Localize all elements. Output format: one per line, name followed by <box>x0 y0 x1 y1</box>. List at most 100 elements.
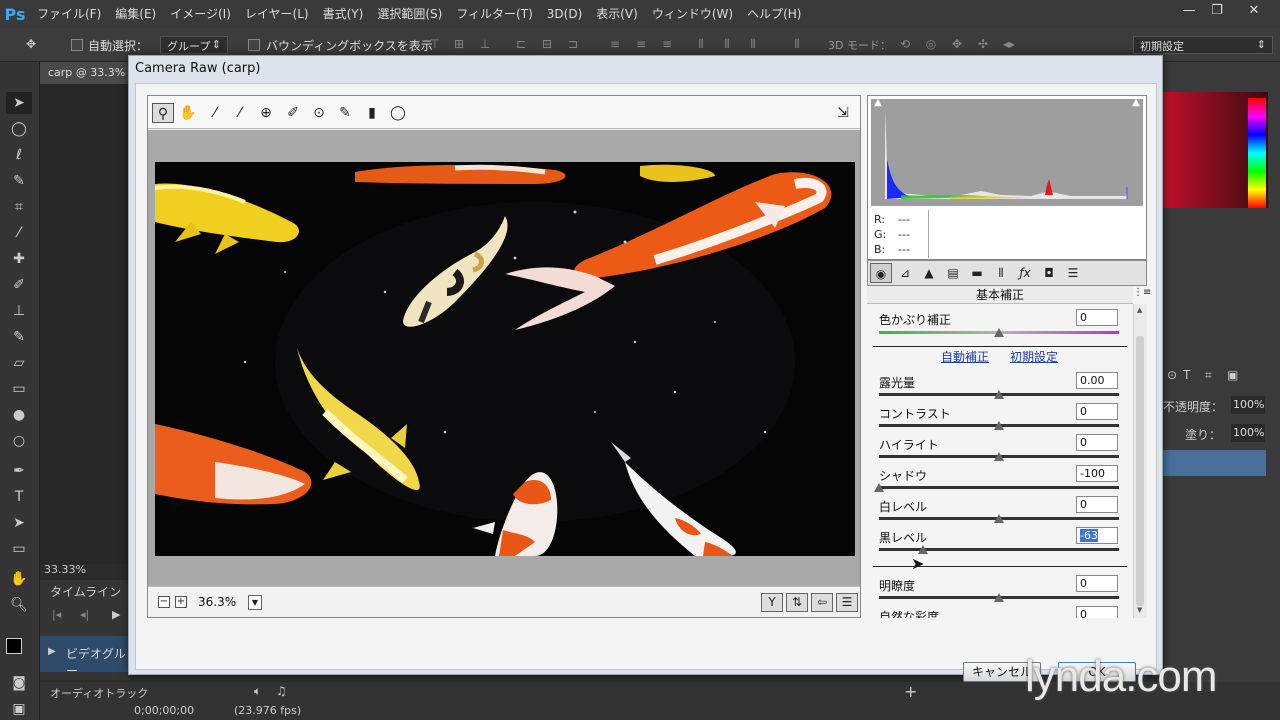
menu-3d[interactable]: 3D(D) <box>540 0 589 28</box>
selected-layer-row[interactable] <box>1163 450 1266 476</box>
slider-knob[interactable] <box>994 514 1004 523</box>
slider-knob[interactable] <box>994 421 1004 430</box>
hand-tool-icon[interactable]: ✋ <box>6 568 32 590</box>
video-group-row[interactable]: ▶ ビデオグルー <box>40 636 130 678</box>
split-toning-tab-icon[interactable]: ▬ <box>966 263 988 283</box>
marquee-tool-icon[interactable]: ◯ <box>6 118 32 140</box>
bounding-box-checkbox[interactable] <box>248 39 260 51</box>
align-vcenter-icon[interactable]: ⊞ <box>452 37 466 51</box>
distribute-bottom-icon[interactable]: ≡ <box>660 37 674 51</box>
distribute-hcenter-icon[interactable]: ⦀ <box>720 37 734 51</box>
swap-before-after-icon[interactable]: ⇅ <box>786 593 808 612</box>
presets-tab-icon[interactable]: ☰ <box>1062 263 1084 283</box>
zoom-out-button[interactable]: − <box>158 596 170 608</box>
toggle-settings-icon[interactable]: ☰ <box>836 593 858 612</box>
zoom-tool-icon[interactable]: 🔍︎ <box>6 594 32 616</box>
spot-removal-icon[interactable]: ✐ <box>282 103 304 123</box>
3d-rotate-icon[interactable]: ⟲ <box>898 37 912 51</box>
distribute-top-icon[interactable]: ≡ <box>608 37 622 51</box>
healing-tool-icon[interactable]: ✚ <box>6 248 32 270</box>
color-sampler-tool-icon[interactable]: ⁄ <box>229 103 251 123</box>
minimize-button[interactable]: — <box>1177 2 1201 20</box>
auto-button[interactable]: 自動補正 <box>941 348 989 365</box>
copy-settings-icon[interactable]: ⇦ <box>811 593 833 612</box>
hand-tool-icon[interactable]: ✋ <box>177 103 199 123</box>
slider-knob[interactable] <box>994 452 1004 461</box>
menu-image[interactable]: イメージ(I) <box>163 0 238 28</box>
white-balance-tool-icon[interactable]: ⁄ <box>204 103 226 123</box>
slider-knob[interactable] <box>994 390 1004 399</box>
3d-slide-icon[interactable]: ✣ <box>976 37 990 51</box>
workspace-dropdown[interactable]: 初期設定 ⇕ <box>1133 36 1273 54</box>
shadow-clipping-warning-icon[interactable]: ▲ <box>871 97 885 109</box>
menu-layer[interactable]: レイヤー(L) <box>238 0 316 28</box>
move-tool-icon[interactable]: ✥ <box>24 37 38 51</box>
step-back-icon[interactable]: ◂| <box>80 608 89 621</box>
eraser-tool-icon[interactable]: ▱ <box>6 352 32 374</box>
close-window-button[interactable]: ✕ <box>1242 2 1266 20</box>
menu-edit[interactable]: 編集(E) <box>108 0 163 28</box>
detail-tab-icon[interactable]: ▲ <box>918 263 940 283</box>
expand-arrow-icon[interactable]: ▶ <box>48 646 56 657</box>
distribute-vcenter-icon[interactable]: ≡ <box>634 37 648 51</box>
red-eye-icon[interactable]: ⊙ <box>308 103 330 123</box>
slider-value-input[interactable]: 0 <box>1076 403 1118 420</box>
align-top-icon[interactable]: ⊤ <box>428 37 442 51</box>
slider-value-input[interactable]: 0 <box>1076 309 1118 326</box>
document-tab[interactable]: carp @ 33.3% <box>40 62 134 84</box>
type-tool-icon[interactable]: T <box>6 486 32 508</box>
radial-filter-icon[interactable]: ◯ <box>387 103 409 123</box>
menu-file[interactable]: ファイル(F) <box>30 0 108 28</box>
graduated-filter-icon[interactable]: ▮ <box>361 103 383 123</box>
auto-align-icon[interactable]: ⦀ <box>790 37 804 51</box>
slider-track[interactable] <box>879 486 1119 489</box>
adjustment-brush-icon[interactable]: ✎ <box>334 103 356 123</box>
blur-tool-icon[interactable]: ● <box>6 404 32 426</box>
restore-button[interactable]: ❐ <box>1205 2 1229 20</box>
pen-tool-icon[interactable]: ✒ <box>6 460 32 482</box>
fill-value[interactable]: 100% <box>1231 424 1265 442</box>
music-note-icon[interactable]: ♫ <box>276 684 287 698</box>
slider-knob[interactable] <box>994 328 1004 337</box>
targeted-adjustment-icon[interactable]: ⊕ <box>255 103 277 123</box>
menu-filter[interactable]: フィルター(T) <box>449 0 539 28</box>
lens-corrections-tab-icon[interactable]: ⦀ <box>990 263 1012 283</box>
slider-track[interactable] <box>879 548 1119 551</box>
slider-knob[interactable] <box>874 483 884 492</box>
auto-select-dropdown[interactable]: グループ ⇕ <box>160 36 228 54</box>
camera-calibration-tab-icon[interactable]: ◘ <box>1038 263 1060 283</box>
quick-mask-icon[interactable]: ◙ <box>6 672 32 694</box>
slider-knob[interactable] <box>918 545 929 554</box>
menu-window[interactable]: ウィンドウ(W) <box>645 0 740 28</box>
fullscreen-toggle-icon[interactable]: ⇲ <box>832 103 854 123</box>
zoom-tool-icon[interactable]: ⚲ <box>152 103 174 123</box>
filter-icon[interactable]: ⊙ <box>1167 368 1177 382</box>
auto-select-checkbox[interactable] <box>71 39 83 51</box>
volume-icon[interactable]: 🔈︎ <box>254 684 261 699</box>
align-hcenter-icon[interactable]: ⊟ <box>540 37 554 51</box>
align-bottom-icon[interactable]: ⊥ <box>478 37 492 51</box>
basic-tab-icon[interactable]: ◉ <box>870 263 892 283</box>
distribute-left-icon[interactable]: ⦀ <box>694 37 708 51</box>
hsl-tab-icon[interactable]: ▤ <box>942 263 964 283</box>
align-right-icon[interactable]: ⊐ <box>566 37 580 51</box>
scrollbar-thumb[interactable] <box>1136 336 1144 606</box>
image-preview-area[interactable] <box>148 130 860 586</box>
effects-tab-icon[interactable]: ƒx <box>1014 263 1036 283</box>
default-button[interactable]: 初期設定 <box>1010 348 1058 365</box>
highlight-clipping-warning-icon[interactable]: ▲ <box>1129 97 1143 109</box>
quick-select-tool-icon[interactable]: ✎ <box>6 170 32 192</box>
3d-roll-icon[interactable]: ◎ <box>924 37 938 51</box>
scroll-down-icon[interactable]: ▼ <box>1137 606 1142 614</box>
3d-scale-icon[interactable]: ◂▸ <box>1002 37 1016 51</box>
menu-select[interactable]: 選択範囲(S) <box>370 0 449 28</box>
panel-menu-icon[interactable]: ⋮≡ <box>1133 287 1151 303</box>
foreground-color-swatch[interactable] <box>6 638 22 654</box>
stamp-tool-icon[interactable]: ⊥ <box>6 300 32 322</box>
crop-tool-icon[interactable]: ⌗ <box>6 196 32 218</box>
panel-scrollbar[interactable]: ▲ ▼ <box>1133 304 1147 618</box>
slider-value-input[interactable]: 0.00 <box>1076 372 1118 389</box>
slider-value-input[interactable]: 0 <box>1076 496 1118 513</box>
path-select-tool-icon[interactable]: ➤ <box>6 512 32 534</box>
align-left-icon[interactable]: ⊏ <box>514 37 528 51</box>
